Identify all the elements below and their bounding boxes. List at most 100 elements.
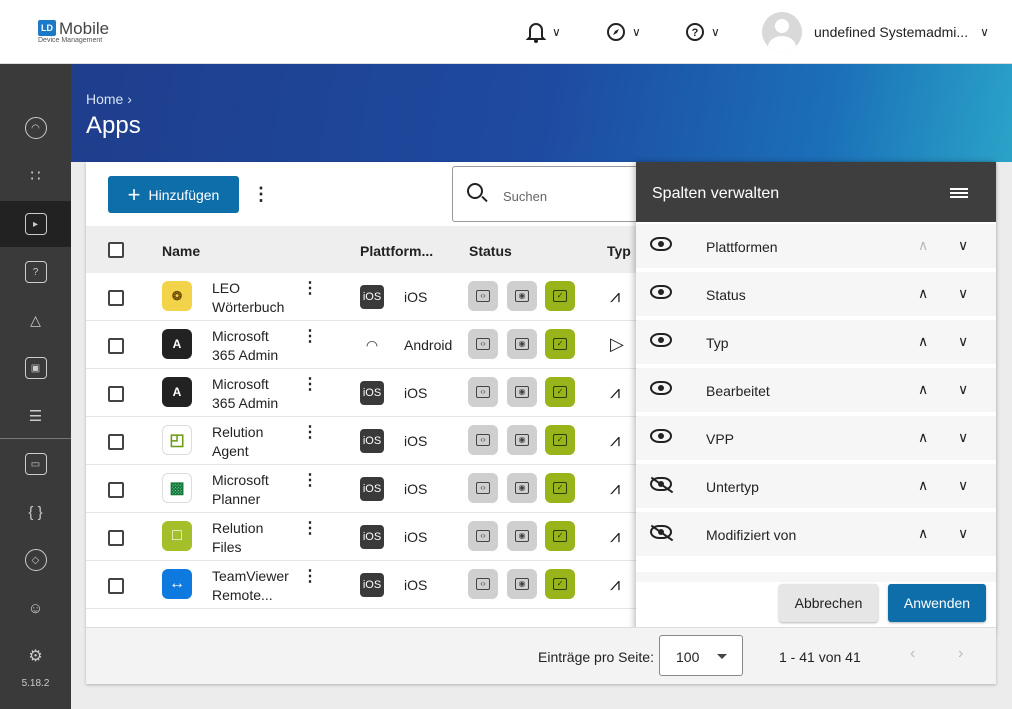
move-down-button[interactable]: ∨ <box>958 477 968 494</box>
sidebar-item-apps[interactable]: ▸ <box>0 201 71 247</box>
column-header-type[interactable]: Typ <box>607 243 631 259</box>
status-approved-icon: ✓ <box>545 569 575 599</box>
help-menu[interactable]: ? ∨ <box>685 20 720 44</box>
ms365-icon: A <box>162 329 192 359</box>
column-header-status[interactable]: Status <box>469 243 512 259</box>
sidebar-item-shapes[interactable]: △ <box>0 297 71 343</box>
move-up-button[interactable]: ∧ <box>918 429 928 446</box>
row-menu-button[interactable]: ⋮ <box>302 569 318 585</box>
table-row[interactable]: ↔ TeamViewer Remote... ⋮ iOS iOS ‹› ◉ ✓ … <box>86 561 646 609</box>
app-name[interactable]: Relution Agent <box>212 423 292 461</box>
row-checkbox[interactable] <box>108 386 124 402</box>
move-down-button[interactable]: ∨ <box>958 381 968 398</box>
app-store-icon: ⩘ <box>610 574 621 594</box>
status-code-icon: ‹› <box>468 377 498 407</box>
move-up-button[interactable]: ∧ <box>918 285 928 302</box>
eye-icon[interactable] <box>650 285 672 299</box>
app-name[interactable]: Microsoft 365 Admin <box>212 375 292 413</box>
explore-menu[interactable]: ∨ <box>606 20 641 44</box>
status-approved-icon: ✓ <box>545 377 575 407</box>
eye-icon[interactable] <box>650 333 672 347</box>
notifications-menu[interactable]: ∨ <box>526 20 561 44</box>
table-row[interactable]: ◰ Relution Agent ⋮ iOS iOS ‹› ◉ ✓ ⩘ <box>86 417 646 465</box>
app-name[interactable]: TeamViewer Remote... <box>212 567 292 605</box>
sidebar-item-settings[interactable]: ⚙ <box>0 633 71 679</box>
move-up-button[interactable]: ∧ <box>918 333 928 350</box>
move-up-button: ∧ <box>918 237 929 253</box>
help-icon: ? <box>686 23 704 41</box>
row-menu-button[interactable]: ⋮ <box>302 425 318 441</box>
user-menu[interactable]: undefined Systemadmi... ∨ <box>762 12 989 52</box>
sidebar-item-book[interactable]: ☰ <box>0 393 71 439</box>
cancel-button[interactable]: Abbrechen <box>779 584 878 622</box>
row-menu-button[interactable]: ⋮ <box>302 521 318 537</box>
row-menu-button[interactable]: ⋮ <box>302 329 318 345</box>
pagination-range: 1 - 41 von 41 <box>779 649 861 665</box>
next-page-button[interactable]: › <box>958 645 963 663</box>
table-row[interactable]: A Microsoft 365 Admin ⋮ iOS iOS ‹› ◉ ✓ ⩘ <box>86 369 646 417</box>
row-checkbox[interactable] <box>108 434 124 450</box>
app-name[interactable]: LEO Wörterbuch <box>212 279 292 317</box>
platform-label: iOS <box>404 529 428 545</box>
sidebar-item-dashboard[interactable]: ◠ <box>0 105 71 151</box>
sidebar-item-devices[interactable]: ▭ <box>0 441 71 487</box>
move-down-button[interactable]: ∨ <box>958 285 968 302</box>
status-approved-icon: ✓ <box>545 473 575 503</box>
user-name: undefined Systemadmi... <box>814 24 969 40</box>
app-store-icon: ⩘ <box>610 526 621 546</box>
move-up-button[interactable]: ∧ <box>918 477 928 494</box>
move-up-button[interactable]: ∧ <box>918 381 928 398</box>
list-icon[interactable] <box>950 188 968 198</box>
table-row[interactable]: ❂ LEO Wörterbuch ⋮ iOS iOS ‹› ◉ ✓ ⩘ <box>86 273 646 321</box>
eye-off-icon[interactable] <box>650 477 672 491</box>
row-checkbox[interactable] <box>108 290 124 306</box>
top-bar: LD Mobile Device Management ∨ ∨ ? ∨ unde… <box>0 0 1012 64</box>
entries-per-page-select[interactable]: 100 <box>659 635 743 676</box>
column-header-name[interactable]: Name <box>162 243 200 259</box>
add-button[interactable]: + Hinzufügen <box>108 176 239 213</box>
eye-off-icon[interactable] <box>650 525 672 539</box>
app-name[interactable]: Relution Files <box>212 519 292 557</box>
status-code-icon: ‹› <box>468 329 498 359</box>
sidebar-item-apps-grid[interactable]: ∷ <box>0 153 71 199</box>
move-up-button[interactable]: ∧ <box>918 525 928 542</box>
sidebar-item-users[interactable]: ☺ <box>0 585 71 631</box>
apply-button[interactable]: Anwenden <box>888 584 986 622</box>
table-row[interactable]: A Microsoft 365 Admin ⋮ ◠ Android ‹› ◉ ✓… <box>86 321 646 369</box>
eye-icon[interactable] <box>650 381 672 395</box>
row-checkbox[interactable] <box>108 578 124 594</box>
panel-header: Spalten verwalten <box>636 162 996 222</box>
move-down-button[interactable]: ∨ <box>958 237 968 254</box>
panel-scroll-area[interactable] <box>636 572 996 582</box>
eye-icon[interactable] <box>650 429 672 443</box>
ios-icon: iOS <box>360 573 384 597</box>
sidebar-item-education[interactable]: ◇ <box>0 537 71 583</box>
status-eye-icon: ◉ <box>507 329 537 359</box>
sidebar-divider <box>0 438 71 439</box>
table-row[interactable]: ▩ Microsoft Planner ⋮ iOS iOS ‹› ◉ ✓ ⩘ <box>86 465 646 513</box>
search-input[interactable] <box>503 185 633 207</box>
sidebar-item-briefcase[interactable]: ▣ <box>0 345 71 391</box>
move-down-button[interactable]: ∨ <box>958 333 968 350</box>
row-menu-button[interactable]: ⋮ <box>302 281 318 297</box>
search-field[interactable] <box>452 166 652 222</box>
row-checkbox[interactable] <box>108 530 124 546</box>
more-options-button[interactable]: ⋮ <box>252 184 270 205</box>
row-menu-button[interactable]: ⋮ <box>302 377 318 393</box>
eye-icon[interactable] <box>650 237 672 251</box>
move-down-button[interactable]: ∨ <box>958 525 968 542</box>
table-row[interactable]: □ Relution Files ⋮ iOS iOS ‹› ◉ ✓ ⩘ <box>86 513 646 561</box>
sidebar-item-code[interactable]: { } <box>0 489 71 535</box>
move-down-button[interactable]: ∨ <box>958 429 968 446</box>
breadcrumb-home[interactable]: Home <box>86 91 123 107</box>
row-checkbox[interactable] <box>108 482 124 498</box>
row-checkbox[interactable] <box>108 338 124 354</box>
sidebar-item-help[interactable]: ? <box>0 249 71 295</box>
column-header-platform[interactable]: Plattform... <box>360 243 433 259</box>
leo-icon: ❂ <box>162 281 192 311</box>
select-all-checkbox[interactable] <box>108 242 124 258</box>
app-name[interactable]: Microsoft Planner <box>212 471 292 509</box>
app-name[interactable]: Microsoft 365 Admin <box>212 327 292 365</box>
row-menu-button[interactable]: ⋮ <box>302 473 318 489</box>
previous-page-button[interactable]: ‹ <box>910 645 915 663</box>
